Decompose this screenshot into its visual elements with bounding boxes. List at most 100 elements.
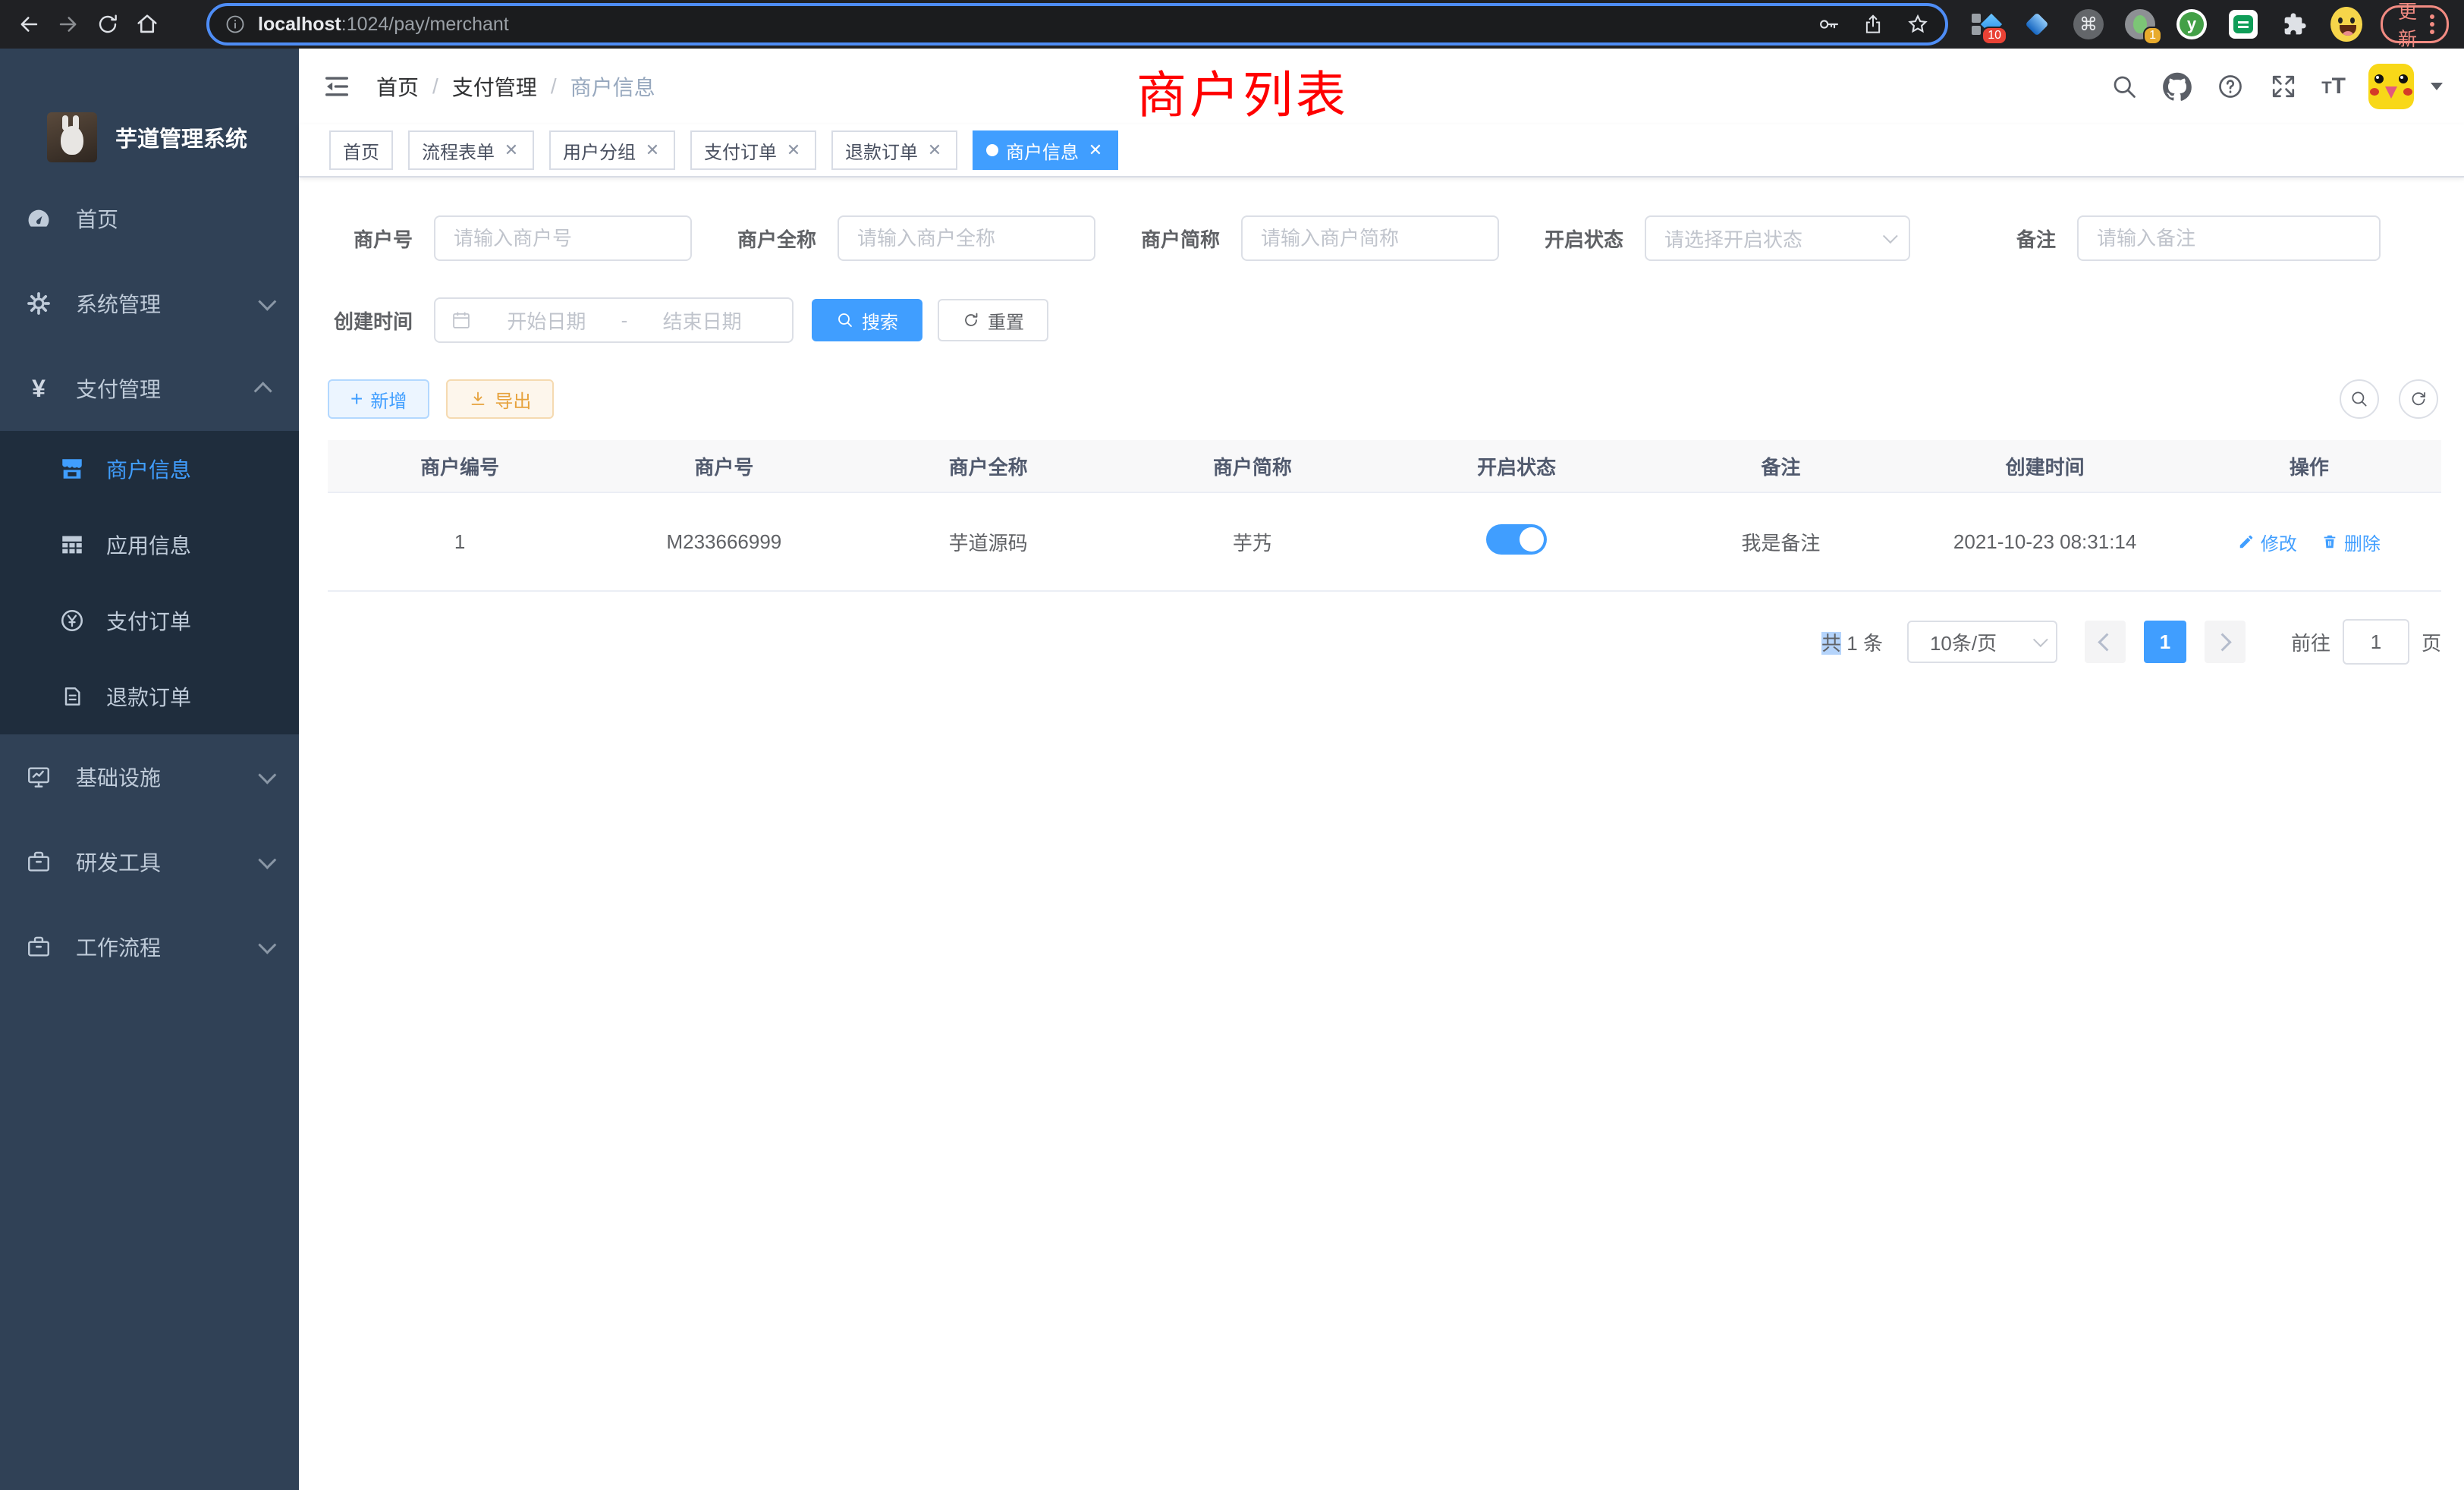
status-toggle[interactable] xyxy=(1486,524,1547,555)
avatar-caret-icon[interactable] xyxy=(2431,83,2443,90)
tags-view-bar: 首页 流程表单✕ 用户分组✕ 支付订单✕ 退款订单✕ 商户信息✕ xyxy=(299,124,2464,178)
tab-close-icon[interactable]: ✕ xyxy=(502,140,520,160)
sidebar-item-label: 应用信息 xyxy=(106,530,191,560)
chrome-update-menu-button[interactable]: 更新 xyxy=(2381,5,2449,43)
tab-close-icon[interactable]: ✕ xyxy=(784,140,803,160)
extensions-strip: 10 ⌘ 1 y xyxy=(1969,8,2362,40)
extension-axure-icon[interactable]: 10 xyxy=(1969,8,2001,40)
back-button[interactable] xyxy=(9,5,49,44)
sidebar-item-workflow[interactable]: 工作流程 xyxy=(0,904,299,989)
extension-y-icon[interactable]: y xyxy=(2176,8,2208,40)
breadcrumb: 首页 / 支付管理 / 商户信息 xyxy=(376,71,655,102)
forward-button[interactable] xyxy=(49,5,88,44)
tab-process-form[interactable]: 流程表单✕ xyxy=(408,130,534,170)
home-button[interactable] xyxy=(127,5,167,44)
sidebar-item-infrastructure[interactable]: 基础设施 xyxy=(0,734,299,819)
next-page-button[interactable] xyxy=(2205,621,2246,663)
address-bar[interactable]: localhost:1024/pay/merchant xyxy=(206,3,1948,46)
field-label: 商户号 xyxy=(328,225,413,253)
password-key-icon[interactable] xyxy=(1816,12,1840,36)
page-number-1[interactable]: 1 xyxy=(2144,621,2186,663)
sidebar-item-label: 支付订单 xyxy=(106,605,191,636)
sidebar-item-merchant-info[interactable]: 商户信息 xyxy=(0,431,299,507)
field-label: 开启状态 xyxy=(1538,225,1623,253)
remark-input[interactable] xyxy=(2079,227,2379,250)
chevron-left-icon xyxy=(2098,633,2117,651)
refresh-table-button[interactable] xyxy=(2399,379,2438,419)
site-info-icon[interactable] xyxy=(225,14,246,35)
breadcrumb-payment[interactable]: 支付管理 xyxy=(452,71,537,102)
help-icon[interactable] xyxy=(2215,71,2246,102)
tab-user-group[interactable]: 用户分组✕ xyxy=(549,130,675,170)
breadcrumb-current: 商户信息 xyxy=(570,71,655,102)
tab-close-icon[interactable]: ✕ xyxy=(1086,140,1105,160)
extension-gem-icon[interactable] xyxy=(2021,8,2053,40)
sidebar-item-payment[interactable]: ¥ 支付管理 xyxy=(0,346,299,431)
search-button[interactable]: 搜索 xyxy=(812,299,922,341)
tab-close-icon[interactable]: ✕ xyxy=(926,140,944,160)
breadcrumb-home[interactable]: 首页 xyxy=(376,71,419,102)
tab-pay-order[interactable]: 支付订单✕ xyxy=(690,130,816,170)
table-row: 1 M233666999 芋道源码 芋艿 我是备注 2021-10-23 08:… xyxy=(328,493,2441,592)
sidebar-collapse-button[interactable] xyxy=(322,71,352,102)
col-header: 商户全称 xyxy=(856,452,1120,480)
sidebar-item-system[interactable]: 系统管理 xyxy=(0,261,299,346)
sidebar-item-refund-order[interactable]: 退款订单 xyxy=(0,659,299,734)
extension-badge: 10 xyxy=(1982,27,2007,45)
field-label: 商户简称 xyxy=(1135,225,1220,253)
select-placeholder: 请选择开启状态 xyxy=(1664,225,1802,253)
red-annotation-title: 商户列表 xyxy=(1136,55,1349,127)
tab-merchant-info[interactable]: 商户信息✕ xyxy=(973,130,1118,170)
url-text[interactable]: localhost:1024/pay/merchant xyxy=(258,14,1804,36)
hamburger-fold-icon xyxy=(322,71,352,102)
trash-icon xyxy=(2321,533,2338,550)
add-button[interactable]: + 新增 xyxy=(328,379,429,419)
user-avatar[interactable] xyxy=(2368,64,2414,109)
monitor-icon xyxy=(26,764,52,790)
sidebar-item-dev-tools[interactable]: 研发工具 xyxy=(0,819,299,904)
sidebar-item-app-info[interactable]: 应用信息 xyxy=(0,507,299,583)
tab-close-icon[interactable]: ✕ xyxy=(643,140,662,160)
export-button[interactable]: 导出 xyxy=(446,379,554,419)
date-range-picker[interactable]: 开始日期 - 结束日期 xyxy=(434,297,794,343)
sidebar-item-pay-order[interactable]: 支付订单 xyxy=(0,583,299,659)
reset-button[interactable]: 重置 xyxy=(938,299,1048,341)
fullscreen-icon[interactable] xyxy=(2268,71,2299,102)
share-icon[interactable] xyxy=(1862,13,1884,36)
merchant-no-input[interactable] xyxy=(435,227,690,250)
full-name-input[interactable] xyxy=(839,227,1094,250)
delete-label: 删除 xyxy=(2344,529,2381,555)
font-size-icon[interactable]: TT xyxy=(2321,74,2346,99)
table-tools xyxy=(2340,379,2441,419)
reset-label: 重置 xyxy=(988,307,1024,334)
tab-refund-order[interactable]: 退款订单✕ xyxy=(831,130,957,170)
sidebar-item-home[interactable]: 首页 xyxy=(0,176,299,261)
edit-link[interactable]: 修改 xyxy=(2238,529,2297,555)
short-name-input[interactable] xyxy=(1243,227,1498,250)
extensions-puzzle-icon[interactable] xyxy=(2279,8,2311,40)
back-icon xyxy=(16,11,42,37)
delete-link[interactable]: 删除 xyxy=(2321,529,2381,555)
navbar-actions: TT xyxy=(2109,64,2443,109)
browser-profile-avatar[interactable] xyxy=(2330,8,2362,40)
extension-command-icon[interactable]: ⌘ xyxy=(2073,8,2104,40)
prev-page-button[interactable] xyxy=(2085,621,2126,663)
status-select[interactable]: 请选择开启状态 xyxy=(1645,215,1910,261)
omnibox-actions xyxy=(1816,12,1930,36)
grid-icon xyxy=(59,532,85,558)
tab-home[interactable]: 首页 xyxy=(329,130,393,170)
search-label: 搜索 xyxy=(862,307,898,334)
header-search-icon[interactable] xyxy=(2109,71,2139,102)
extension-chat-icon[interactable] xyxy=(2227,8,2259,40)
reload-button[interactable] xyxy=(88,5,127,44)
bookmark-star-icon[interactable] xyxy=(1906,12,1930,36)
table-header-row: 商户编号 商户号 商户全称 商户简称 开启状态 备注 创建时间 操作 xyxy=(328,440,2441,493)
sidebar-logo[interactable]: 芋道管理系统 xyxy=(0,49,299,162)
field-label: 创建时间 xyxy=(328,306,413,335)
page-size-select[interactable]: 10条/页 xyxy=(1907,621,2057,663)
extension-pea-icon[interactable]: 1 xyxy=(2124,8,2156,40)
download-icon xyxy=(469,390,487,408)
github-icon[interactable] xyxy=(2162,71,2192,102)
goto-page-input[interactable] xyxy=(2343,619,2409,665)
hide-search-button[interactable] xyxy=(2340,379,2379,419)
